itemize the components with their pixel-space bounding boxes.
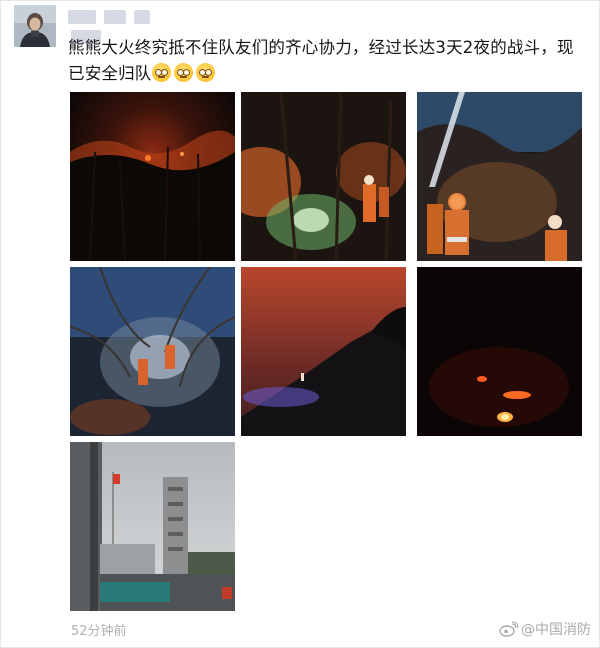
photo-forest-fire-night[interactable] (70, 92, 235, 261)
photo-firefighter-in-tree[interactable] (70, 267, 235, 436)
grimace-emoji-icon (151, 63, 171, 82)
photo-firefighters-headlamp[interactable] (241, 92, 406, 261)
weibo-icon (499, 621, 519, 637)
moments-post: 熊熊大火终究抵不住队友们的齐心协力，经过长达3天2夜的战斗，现已安全归队 52分… (0, 0, 600, 648)
photo-water-hose[interactable] (417, 92, 582, 261)
grimace-emoji-icon (173, 63, 193, 82)
avatar[interactable] (14, 5, 56, 47)
post-timestamp: 52分钟前 (71, 624, 127, 639)
username-blurred[interactable] (68, 8, 178, 44)
grimace-emoji-icon (195, 63, 215, 82)
weibo-watermark: @中国消防 (499, 619, 591, 639)
post-text: 熊熊大火终究抵不住队友们的齐心协力，经过长达3天2夜的战斗，现已安全归队 (68, 35, 588, 87)
watermark-text: @中国消防 (521, 622, 591, 638)
post-text-content: 熊熊大火终究抵不住队友们的齐心协力，经过长达3天2夜的战斗，现已安全归队 (68, 38, 574, 83)
photo-red-sky-hillside[interactable] (241, 267, 406, 436)
photo-fire-station-tower[interactable] (70, 442, 235, 611)
photo-distant-fire-night[interactable] (417, 267, 582, 436)
